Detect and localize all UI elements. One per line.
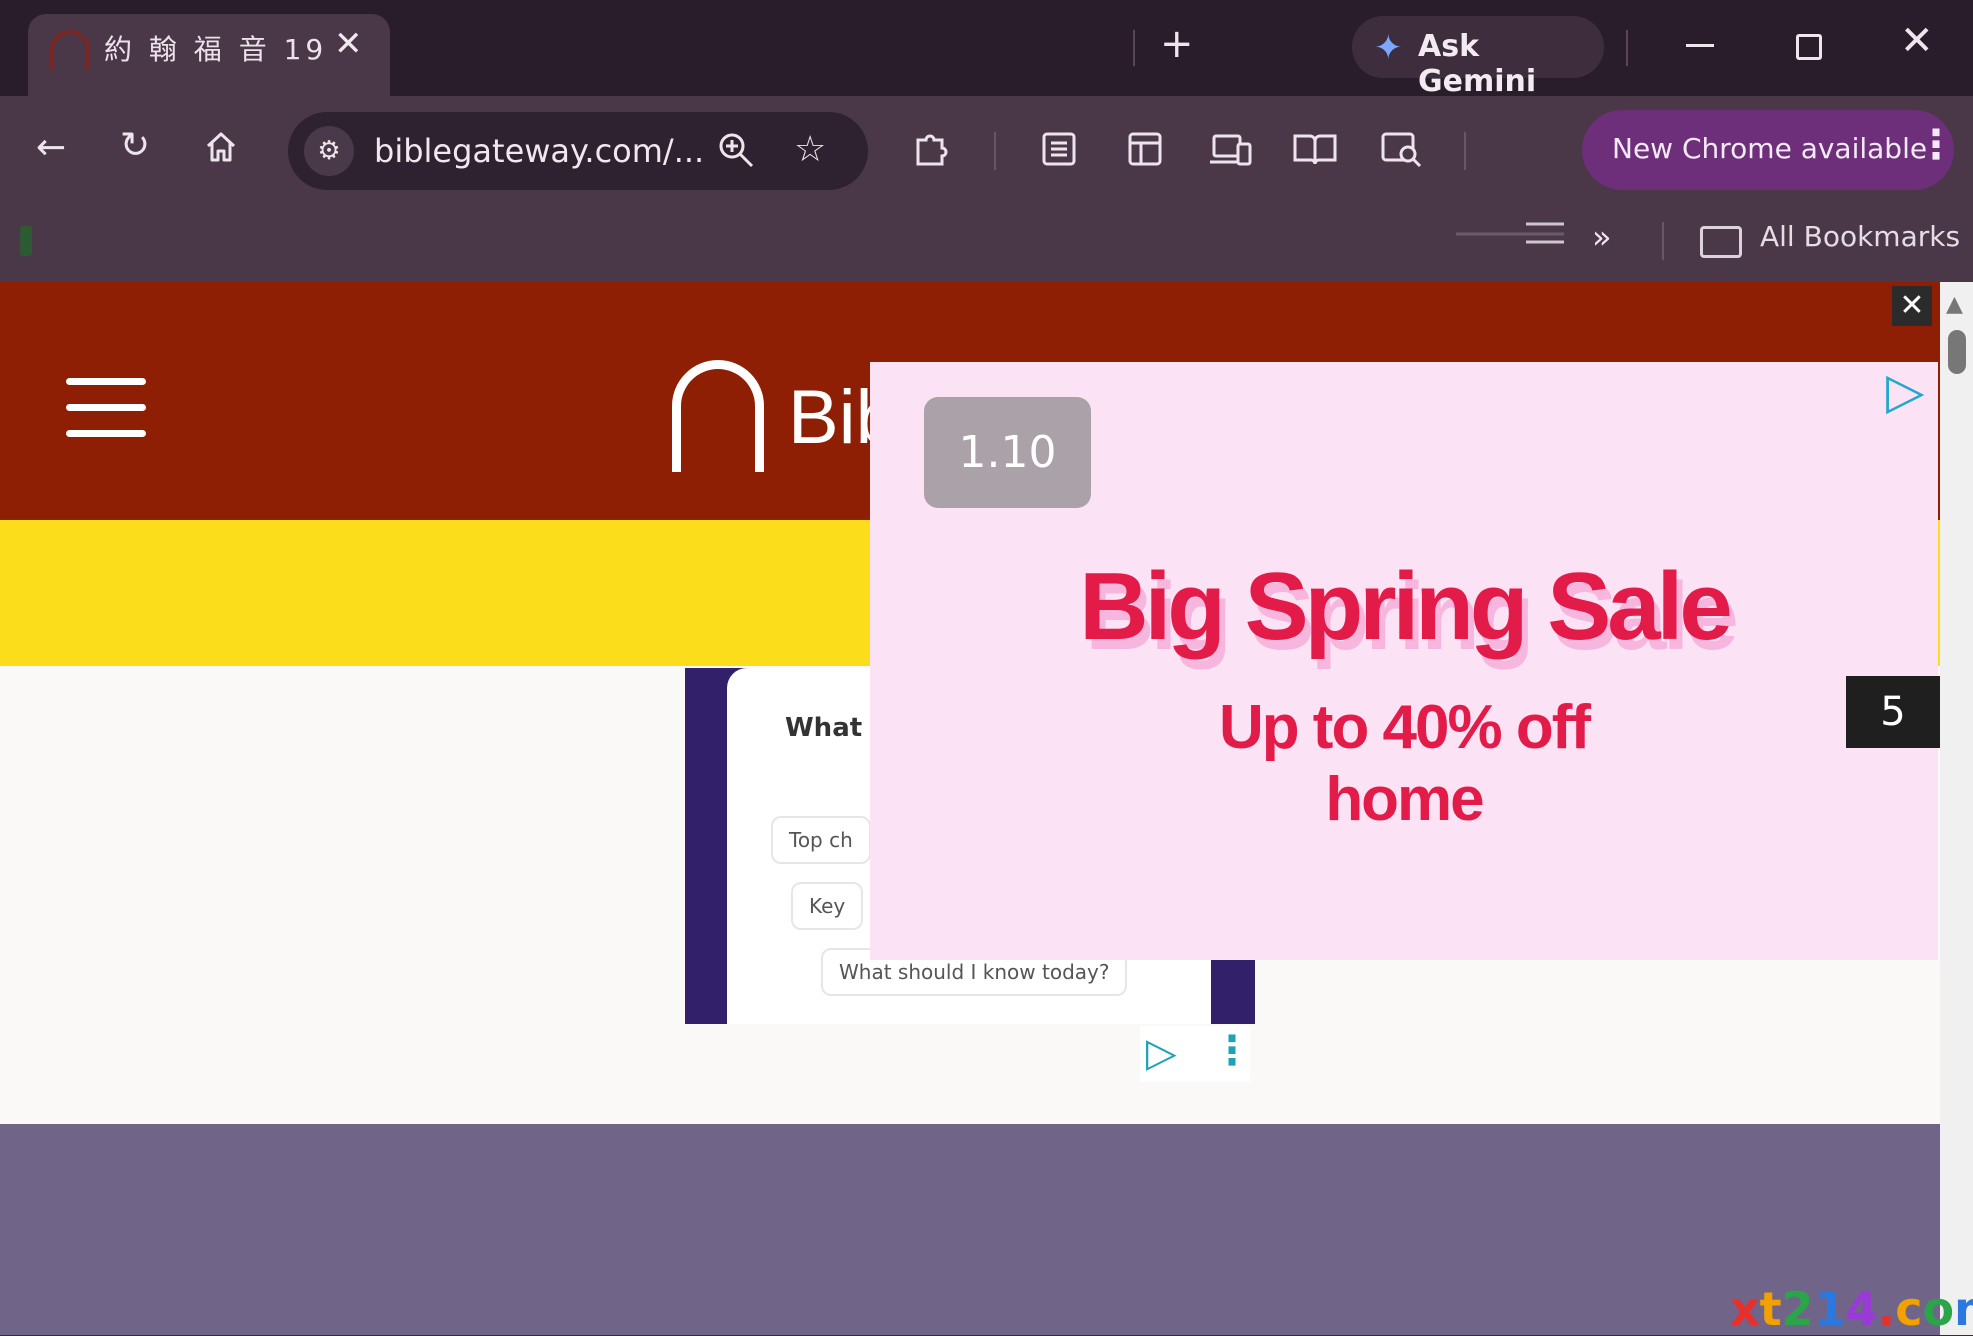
window-close-icon[interactable]: ✕	[1900, 18, 1934, 64]
ask-gemini-label: Ask Gemini	[1418, 29, 1537, 99]
maximize-icon[interactable]	[1796, 34, 1822, 60]
ad-subline: Up to 40% off home	[870, 692, 1938, 836]
new-tab-button[interactable]: +	[1160, 22, 1194, 66]
tab-layout-icon[interactable]	[1126, 130, 1164, 168]
toolbar-divider	[1464, 132, 1466, 170]
reload-icon[interactable]: ↻	[120, 126, 150, 166]
minimize-icon[interactable]	[1686, 44, 1714, 47]
ask-gemini-button[interactable]: ✦ Ask Gemini	[1352, 16, 1604, 99]
ad-subline-1: Up to 40% off	[1218, 693, 1591, 762]
scrollbar-thumb[interactable]	[1948, 330, 1966, 374]
ad-counter-badge[interactable]: 5	[1846, 676, 1940, 748]
gemini-sparkle-icon: ✦	[1374, 28, 1403, 68]
site-settings-icon[interactable]: ⚙	[304, 126, 354, 176]
back-arrow-icon[interactable]: ←	[36, 128, 66, 168]
browser-title-bar: 約 翰 福 音 19 C ✕ + ✦ Ask Gemini ✕	[0, 0, 1973, 99]
extensions-puzzle-icon[interactable]	[912, 130, 952, 170]
tab-divider	[1133, 30, 1135, 66]
home-icon[interactable]	[204, 130, 238, 164]
page-footer-band	[0, 1124, 1940, 1335]
bookmarks-overflow-icon[interactable]: »	[1592, 218, 1612, 256]
browser-toolbar: ← ↻ ⚙ biblegateway.com/... ☆ New Chrome …	[0, 96, 1973, 204]
bookmark-star-icon[interactable]: ☆	[794, 130, 826, 170]
tab-close-icon[interactable]: ✕	[334, 24, 363, 64]
chrome-menu-icon[interactable]: ⋮	[1916, 122, 1956, 168]
devices-icon[interactable]	[1208, 130, 1252, 168]
ad-choices-badge[interactable]: ▷ ⋮	[1140, 1026, 1252, 1082]
ad-timer-badge: 1.10	[924, 397, 1091, 508]
ad-suggestion-chip[interactable]: Top ch	[771, 816, 871, 864]
scroll-up-arrow-icon[interactable]: ▲	[1946, 292, 1963, 317]
site-favicon-icon	[50, 30, 90, 70]
overlay-ad[interactable]: 1.10 ▷ Big Spring Sale Up to 40% off hom…	[870, 362, 1938, 960]
ad-info-play-icon[interactable]: ▷	[1146, 1030, 1177, 1076]
folder-icon[interactable]	[1700, 226, 1742, 258]
toolbar-divider	[994, 132, 996, 170]
page-scrollbar[interactable]: ▲	[1940, 282, 1973, 1335]
hamburger-menu-icon[interactable]	[66, 378, 146, 438]
zoom-icon[interactable]	[716, 130, 756, 170]
ad-options-icon[interactable]: ⋮	[1212, 1028, 1252, 1074]
ad-suggestion-chip[interactable]: Key	[791, 882, 864, 930]
reading-list-icon[interactable]	[1040, 130, 1078, 168]
bookmark-item[interactable]	[20, 226, 32, 256]
watermark-logo: xt214.com	[1730, 1282, 1973, 1336]
address-bar[interactable]: ⚙ biblegateway.com/... ☆	[288, 112, 868, 190]
ad-close-button[interactable]: ✕	[1892, 286, 1932, 326]
reading-mode-book-icon[interactable]	[1292, 130, 1338, 168]
all-bookmarks-label[interactable]: All Bookmarks	[1760, 220, 1960, 253]
ad-subline-2: home	[1325, 765, 1484, 834]
bookmarks-divider	[1662, 222, 1664, 260]
title-divider	[1626, 30, 1628, 66]
ad-headline: Big Spring Sale	[1079, 553, 1732, 660]
tab-title: 約 翰 福 音 19 C	[104, 33, 334, 66]
chrome-update-label: New Chrome available	[1612, 132, 1928, 165]
active-tab[interactable]: 約 翰 福 音 19 C ✕	[28, 14, 390, 96]
url-text: biblegateway.com/...	[374, 132, 705, 170]
bookmark-folder-lines-icon	[1456, 222, 1564, 244]
chrome-update-button[interactable]: New Chrome available ⋮	[1582, 110, 1956, 190]
ad-brand-play-icon[interactable]: ▷	[1886, 362, 1924, 420]
search-tab-icon[interactable]	[1380, 130, 1424, 170]
bookmarks-bar: » All Bookmarks	[0, 204, 1973, 282]
site-logo-icon[interactable]	[672, 360, 764, 472]
